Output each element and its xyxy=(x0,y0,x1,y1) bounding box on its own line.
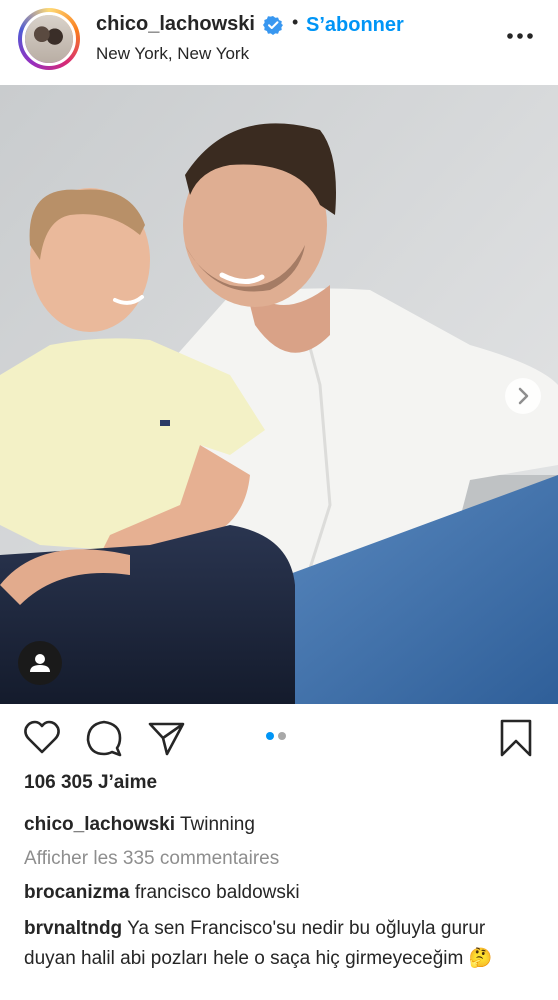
comment-username[interactable]: brvnaltndg xyxy=(24,918,122,939)
story-ring[interactable] xyxy=(18,8,80,70)
pager-dot-active xyxy=(266,732,274,740)
more-options-icon[interactable] xyxy=(506,22,534,50)
next-image-button[interactable] xyxy=(505,378,541,414)
post-header: chico_lachowski • S’abonner New York, Ne… xyxy=(0,0,558,84)
comment-text: francisco baldowski xyxy=(134,882,300,903)
carousel-pager xyxy=(266,727,290,745)
author-username[interactable]: chico_lachowski xyxy=(96,13,255,36)
bookmark-save-icon[interactable] xyxy=(496,718,536,758)
verified-badge-icon xyxy=(263,16,283,35)
post-caption: chico_lachowski Twinning xyxy=(24,814,255,836)
caption-username[interactable]: chico_lachowski xyxy=(24,814,175,835)
like-count[interactable]: 106 305 J’aime xyxy=(24,772,157,794)
comment-item: brvnaltndg Ya sen Francisco'su nedir bu … xyxy=(24,914,524,974)
like-heart-icon[interactable] xyxy=(22,718,62,758)
photo-illustration xyxy=(0,85,558,704)
post-photo[interactable] xyxy=(0,85,558,704)
share-send-icon[interactable] xyxy=(146,718,186,758)
comment-item: brocanizma francisco baldowski xyxy=(24,882,300,904)
comment-bubble-icon[interactable] xyxy=(84,718,124,758)
person-icon xyxy=(30,654,50,672)
comment-username[interactable]: brocanizma xyxy=(24,882,130,903)
separator-dot: • xyxy=(292,12,299,32)
view-all-comments-link[interactable]: Afficher les 335 commentaires xyxy=(24,848,279,870)
follow-button[interactable]: S’abonner xyxy=(306,14,404,37)
avatar[interactable] xyxy=(22,12,76,66)
chevron-right-icon xyxy=(518,387,529,405)
action-bar xyxy=(0,712,558,762)
caption-text: Twinning xyxy=(179,814,255,835)
tagged-people-button[interactable] xyxy=(18,641,62,685)
pager-dot xyxy=(278,732,286,740)
post-location[interactable]: New York, New York xyxy=(96,44,249,64)
